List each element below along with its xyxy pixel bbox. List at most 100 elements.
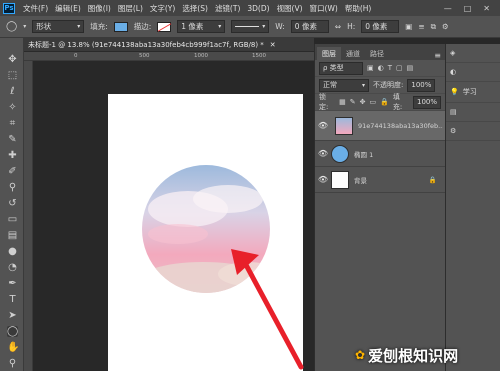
layer-row[interactable]: 👁 91e744138aba13a30feb... xyxy=(315,111,445,141)
path-ops-icon[interactable]: ▣ xyxy=(405,22,412,31)
layer-thumbnail xyxy=(331,144,349,163)
dock-properties[interactable]: ⚙ xyxy=(446,122,500,141)
menu-window[interactable]: 窗口(W) xyxy=(310,3,338,14)
eraser-tool-icon[interactable]: ▭ xyxy=(7,214,18,225)
left-ruler xyxy=(24,61,33,371)
top-ruler: 0 500 1000 1500 xyxy=(24,52,314,61)
libraries-icon: ▤ xyxy=(450,108,457,116)
hand-tool-icon[interactable]: ✋ xyxy=(7,342,19,353)
layer-row[interactable]: 👁 背景 🔒 xyxy=(315,167,445,193)
type-tool-icon[interactable]: T xyxy=(7,294,18,305)
adjustments-icon: ◐ xyxy=(450,68,457,76)
blend-mode-select[interactable]: 正常 ▾ xyxy=(319,78,369,92)
layer-name: 91e744138aba13a30feb... xyxy=(358,121,443,130)
tab-paths[interactable]: 路径 xyxy=(365,47,389,60)
visibility-eye-icon[interactable]: 👁 xyxy=(315,175,331,184)
watermark-icon: ✿ xyxy=(355,348,366,362)
filter-adjust-icon[interactable]: ◐ xyxy=(378,64,384,72)
width-input[interactable]: 0 像素 xyxy=(290,20,329,33)
menu-3d[interactable]: 3D(D) xyxy=(247,4,269,13)
history-brush-icon[interactable]: ↺ xyxy=(7,198,18,209)
lock-move-icon[interactable]: ✥ xyxy=(360,98,366,106)
document-tab[interactable]: 未标题-1 @ 13.8% (91e744138aba13a30feb4cb99… xyxy=(24,38,314,52)
fill-input[interactable]: 100% xyxy=(413,95,441,109)
healing-brush-icon[interactable]: ✚ xyxy=(7,150,18,161)
menu-edit[interactable]: 编辑(E) xyxy=(55,3,81,14)
menu-image[interactable]: 图像(I) xyxy=(88,3,111,14)
layer-thumbnail xyxy=(335,116,353,135)
panel-menu-icon[interactable]: ≡ xyxy=(434,51,441,60)
tab-layers[interactable]: 图层 xyxy=(317,47,341,60)
settings-icon[interactable]: ⚙ xyxy=(442,22,449,31)
clone-stamp-icon[interactable]: ⚲ xyxy=(7,182,18,193)
fill-color-swatch[interactable] xyxy=(113,21,128,32)
minimize-button[interactable]: — xyxy=(444,4,452,13)
stroke-size-select[interactable]: 1 像素 ▾ xyxy=(177,20,226,33)
close-tab-icon[interactable]: ✕ xyxy=(270,41,276,49)
filter-pixel-icon[interactable]: ▣ xyxy=(367,64,374,72)
align-icon[interactable]: ≡ xyxy=(418,22,424,31)
dock-layers[interactable]: ◈ xyxy=(446,44,500,63)
visibility-eye-icon[interactable]: 👁 xyxy=(315,121,331,130)
menu-filter[interactable]: 滤镜(T) xyxy=(215,3,240,14)
menu-view[interactable]: 视图(V) xyxy=(277,3,303,14)
lock-artboard-icon[interactable]: ▭ xyxy=(370,98,377,106)
dropdown-icon[interactable]: ▾ xyxy=(23,23,26,30)
canvas-area[interactable] xyxy=(33,61,314,371)
dock-adjustments[interactable]: ◐ xyxy=(446,63,500,82)
photoshop-logo: Ps xyxy=(3,2,15,14)
lock-label: 锁定: xyxy=(319,93,329,111)
brush-tool-icon[interactable]: ✐ xyxy=(7,166,18,177)
gradient-tool-icon[interactable]: ▤ xyxy=(7,230,18,241)
marquee-tool-icon[interactable]: ⬚ xyxy=(7,70,18,81)
stroke-style-select[interactable]: ▾ xyxy=(231,20,270,33)
opacity-input[interactable]: 100% xyxy=(407,78,436,92)
menu-type[interactable]: 文字(Y) xyxy=(150,3,175,14)
arrange-icon[interactable]: ⧉ xyxy=(431,22,436,32)
dodge-tool-icon[interactable]: ◔ xyxy=(7,262,18,273)
lock-row: 锁定: ▦ ✎ ✥ ▭ 🔒 填充: 100% xyxy=(315,93,445,111)
dock-learn[interactable]: 💡 学习 xyxy=(446,82,500,103)
lock-all-icon[interactable]: 🔒 xyxy=(380,98,389,106)
tab-channels[interactable]: 通道 xyxy=(341,47,365,60)
document-title: 未标题-1 @ 13.8% (91e744138aba13a30feb4cb99… xyxy=(28,40,264,49)
magic-wand-icon[interactable]: ✧ xyxy=(7,102,18,113)
menu-file[interactable]: 文件(F) xyxy=(23,3,48,14)
watermark: ✿ 爱刨根知识网 xyxy=(355,343,498,367)
watermark-text: 爱刨根知识网 xyxy=(368,346,459,365)
lock-paint-icon[interactable]: ✎ xyxy=(350,98,356,106)
stroke-color-swatch[interactable] xyxy=(157,21,172,32)
lasso-tool-icon[interactable]: ℓ xyxy=(7,86,18,97)
menu-select[interactable]: 选择(S) xyxy=(182,3,208,14)
lock-pixels-icon[interactable]: ▦ xyxy=(339,98,346,106)
path-select-icon[interactable]: ➤ xyxy=(7,310,18,321)
menu-layer[interactable]: 图层(L) xyxy=(118,3,143,14)
fill-label: 填充: xyxy=(90,22,108,31)
ruler-mark: 0 xyxy=(74,53,78,59)
dock-libraries[interactable]: ▤ xyxy=(446,103,500,122)
visibility-eye-icon[interactable]: 👁 xyxy=(315,149,331,158)
ruler-mark: 1500 xyxy=(252,53,266,59)
height-label: H: xyxy=(347,22,356,31)
filter-kind-select[interactable]: ρ 类型 xyxy=(319,61,363,75)
width-label: W: xyxy=(275,22,285,31)
eyedropper-icon[interactable]: ✎ xyxy=(7,134,18,145)
pen-tool-icon[interactable]: ✒ xyxy=(7,278,18,289)
maximize-button[interactable]: □ xyxy=(464,4,472,13)
filter-smart-icon[interactable]: ▤ xyxy=(407,64,414,72)
height-input[interactable]: 0 像素 xyxy=(361,20,400,33)
ellipse-tool-icon[interactable]: ◯ xyxy=(7,326,18,337)
link-icon[interactable]: ⇔ xyxy=(335,22,341,31)
move-tool-icon[interactable]: ✥ xyxy=(7,54,18,65)
crop-tool-icon[interactable]: ⌗ xyxy=(7,118,18,129)
shape-mode-select[interactable]: 形状 ▾ xyxy=(32,20,85,33)
panel-tabs: 图层 通道 路径 ≡ xyxy=(315,44,445,60)
menu-help[interactable]: 帮助(H) xyxy=(345,3,372,14)
close-button[interactable]: ✕ xyxy=(483,4,490,13)
layer-row[interactable]: 👁 椭圆 1 xyxy=(315,141,445,167)
filter-type-icon[interactable]: T xyxy=(388,64,392,72)
zoom-tool-icon[interactable]: ⚲ xyxy=(7,358,18,369)
ellipse-tool-icon[interactable]: ◯ xyxy=(6,21,17,32)
blur-tool-icon[interactable]: ● xyxy=(7,246,18,257)
filter-shape-icon[interactable]: ▢ xyxy=(396,64,403,72)
